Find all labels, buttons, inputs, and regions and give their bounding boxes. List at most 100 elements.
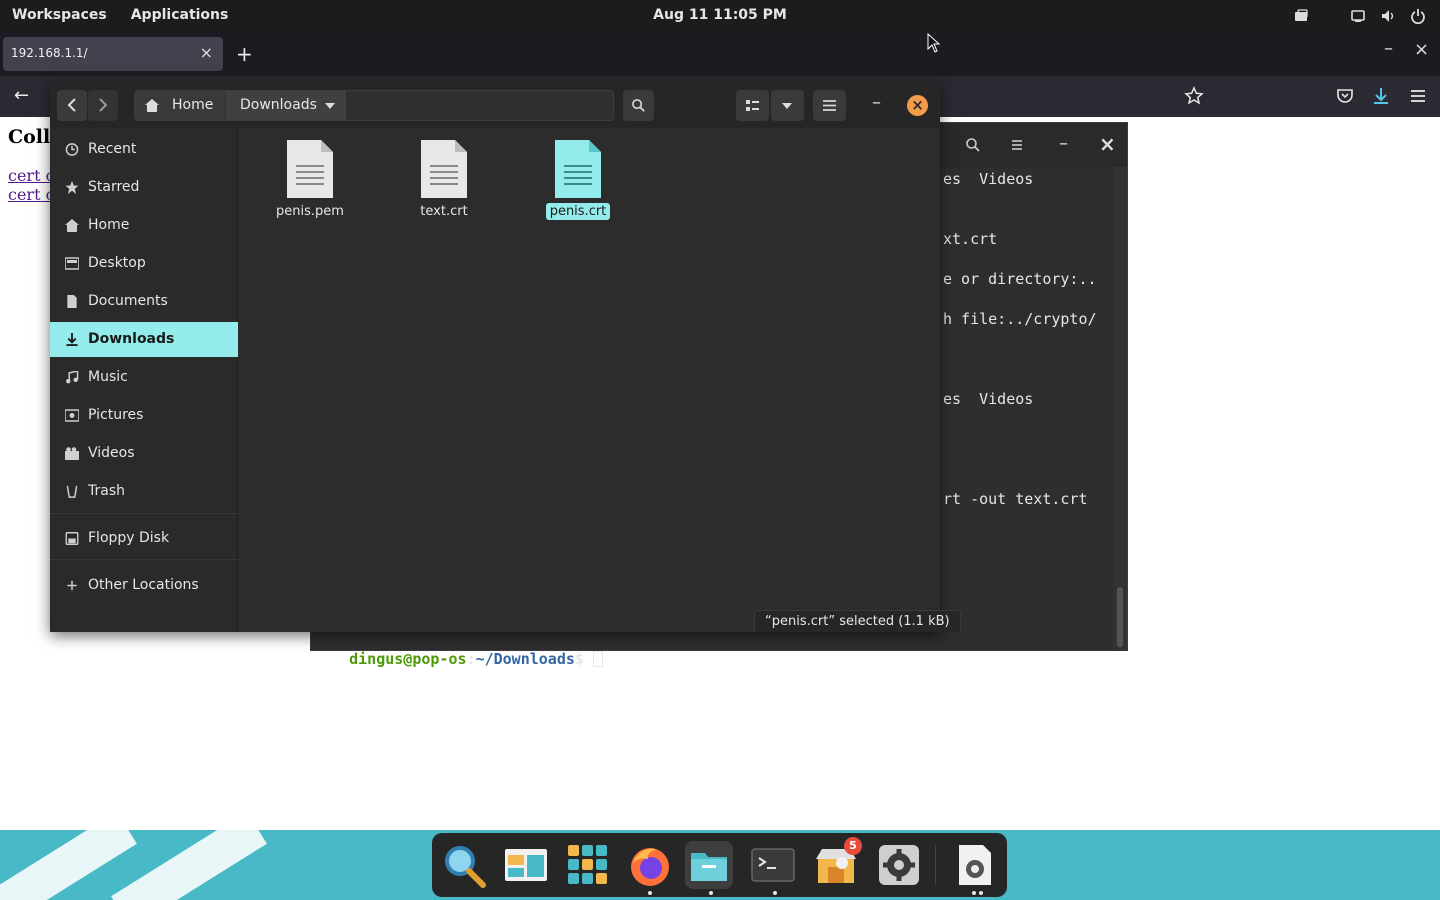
notification-icon[interactable] <box>1292 8 1310 24</box>
sidebar-item-starred[interactable]: Starred <box>50 170 238 205</box>
sidebar-item-desktop[interactable]: Desktop <box>50 246 238 281</box>
browser-tab[interactable]: 192.168.1.1/ × <box>3 37 223 71</box>
dock: 5 <box>432 833 1007 897</box>
sidebar-item-label: Downloads <box>88 331 175 347</box>
top-panel: Workspaces Applications Aug 11 11:05 PM <box>0 0 1440 32</box>
browser-close-button[interactable]: × <box>1414 39 1429 60</box>
sidebar-item-floppy-disk[interactable]: Floppy Disk <box>50 521 238 556</box>
clock[interactable]: Aug 11 11:05 PM <box>0 7 1440 23</box>
sidebar-item-pictures[interactable]: Pictures <box>50 398 238 433</box>
app-grid[interactable] <box>564 841 612 889</box>
cert-link[interactable]: cert c <box>8 166 55 185</box>
sidebar-item-label: Pictures <box>88 407 144 423</box>
forward-button[interactable] <box>88 90 118 121</box>
sidebar-item-other-locations[interactable]: Other Locations <box>50 568 238 603</box>
terminal-line: e or directory:.. <box>943 270 1097 288</box>
system-settings-app[interactable] <box>951 841 999 889</box>
terminal-line: es Videos <box>943 170 1034 188</box>
text-file-icon <box>287 140 333 198</box>
files-header-bar: Home Downloads – × <box>50 82 940 128</box>
volume-icon[interactable] <box>1380 8 1396 24</box>
terminal-line: h file:../crypto/ <box>943 310 1097 328</box>
browser-menu-icon[interactable] <box>1408 86 1428 106</box>
downloads-icon[interactable] <box>1371 86 1391 106</box>
running-indicator <box>979 891 983 895</box>
view-options-button[interactable] <box>771 90 804 121</box>
sidebar-item-videos[interactable]: Videos <box>50 436 238 471</box>
new-tab-button[interactable]: + <box>236 42 253 66</box>
breadcrumb-downloads[interactable]: Downloads <box>226 91 346 120</box>
breadcrumb-home[interactable]: Home <box>135 91 225 120</box>
bookmark-star-icon[interactable] <box>1184 86 1204 106</box>
text-file-icon <box>421 140 467 198</box>
browser-tab-strip: 192.168.1.1/ × + – × <box>0 32 1440 76</box>
browser-tab-title: 192.168.1.1/ <box>11 46 88 60</box>
settings-app[interactable] <box>875 841 923 889</box>
files-window[interactable]: Home Downloads – × Recent Starred Home D… <box>50 82 961 632</box>
sidebar-item-downloads[interactable]: Downloads <box>50 322 238 357</box>
terminal-app[interactable] <box>749 841 797 889</box>
app-grid-icon <box>568 845 607 884</box>
breadcrumb-current-label: Downloads <box>240 97 317 113</box>
sidebar-item-music[interactable]: Music <box>50 360 238 395</box>
terminal-minimize-button[interactable]: – <box>1059 133 1068 154</box>
terminal-scrollbar-thumb[interactable] <box>1117 587 1123 647</box>
menu-icon[interactable] <box>1009 137 1025 153</box>
sidebar-item-recent[interactable]: Recent <box>50 132 238 167</box>
file-item-selected[interactable]: penis.crt <box>523 140 633 230</box>
main-menu-button[interactable] <box>813 90 846 121</box>
sidebar-item-label: Desktop <box>88 255 146 271</box>
dock-separator <box>935 845 936 885</box>
terminal-icon <box>751 848 795 882</box>
terminal-scrollbar-track[interactable] <box>1113 167 1127 651</box>
download-icon <box>66 333 78 346</box>
chevron-right-icon <box>99 98 108 112</box>
star-icon <box>65 181 79 194</box>
sidebar-item-label: Starred <box>88 179 140 195</box>
workspaces-icon <box>505 849 547 881</box>
breadcrumb-home-label: Home <box>172 97 214 113</box>
sidebar-item-label: Videos <box>88 445 135 461</box>
files-minimize-button[interactable]: – <box>872 92 881 113</box>
browser-minimize-button[interactable]: – <box>1384 38 1393 59</box>
view-toggle-button[interactable] <box>736 90 769 121</box>
menu-icon <box>823 100 836 111</box>
terminal-close-button[interactable]: × <box>1099 132 1116 156</box>
grid-view-icon <box>746 100 759 111</box>
sidebar-item-documents[interactable]: Documents <box>50 284 238 319</box>
sidebar-item-home[interactable]: Home <box>50 208 238 243</box>
sidebar-item-label: Music <box>88 369 128 385</box>
files-close-button[interactable]: × <box>907 95 928 116</box>
sidebar-item-trash[interactable]: Trash <box>50 474 238 509</box>
file-item[interactable]: penis.pem <box>255 140 365 230</box>
files-overview-app[interactable] <box>502 841 550 889</box>
mouse-cursor-icon <box>927 33 941 53</box>
cert-link[interactable]: cert c <box>8 185 55 204</box>
terminal-line: xt.crt <box>943 230 998 248</box>
file-item[interactable]: text.crt <box>389 140 499 230</box>
settings-document-icon <box>959 845 991 885</box>
pop-shop-app[interactable]: 5 <box>812 837 862 889</box>
file-name: penis.crt <box>523 203 633 220</box>
pocket-icon[interactable] <box>1335 86 1355 106</box>
prompt-path: ~/Downloads <box>475 650 575 668</box>
sidebar-item-label: Other Locations <box>88 577 199 593</box>
power-icon[interactable] <box>1410 8 1426 24</box>
search-app[interactable] <box>440 841 488 889</box>
back-button[interactable]: ← <box>14 85 29 106</box>
firefox-app[interactable] <box>626 841 674 889</box>
clock-icon <box>65 143 79 156</box>
wallpaper-stripe <box>0 830 137 900</box>
sidebar-divider <box>50 513 238 514</box>
home-icon <box>145 99 159 112</box>
search-icon[interactable] <box>965 137 981 153</box>
search-button[interactable] <box>623 90 654 121</box>
selection-status: “penis.crt” selected (1.1 kB) <box>754 610 961 632</box>
files-app[interactable] <box>685 841 733 889</box>
gear-icon <box>879 845 919 885</box>
back-button[interactable] <box>57 90 87 121</box>
terminal-prompt[interactable]: dingus@pop-os:~/Downloads$ <box>313 632 603 686</box>
file-grid: penis.pem text.crt penis.crt <box>239 128 940 632</box>
tab-close-icon[interactable]: × <box>200 43 213 62</box>
network-icon[interactable] <box>1350 8 1366 24</box>
